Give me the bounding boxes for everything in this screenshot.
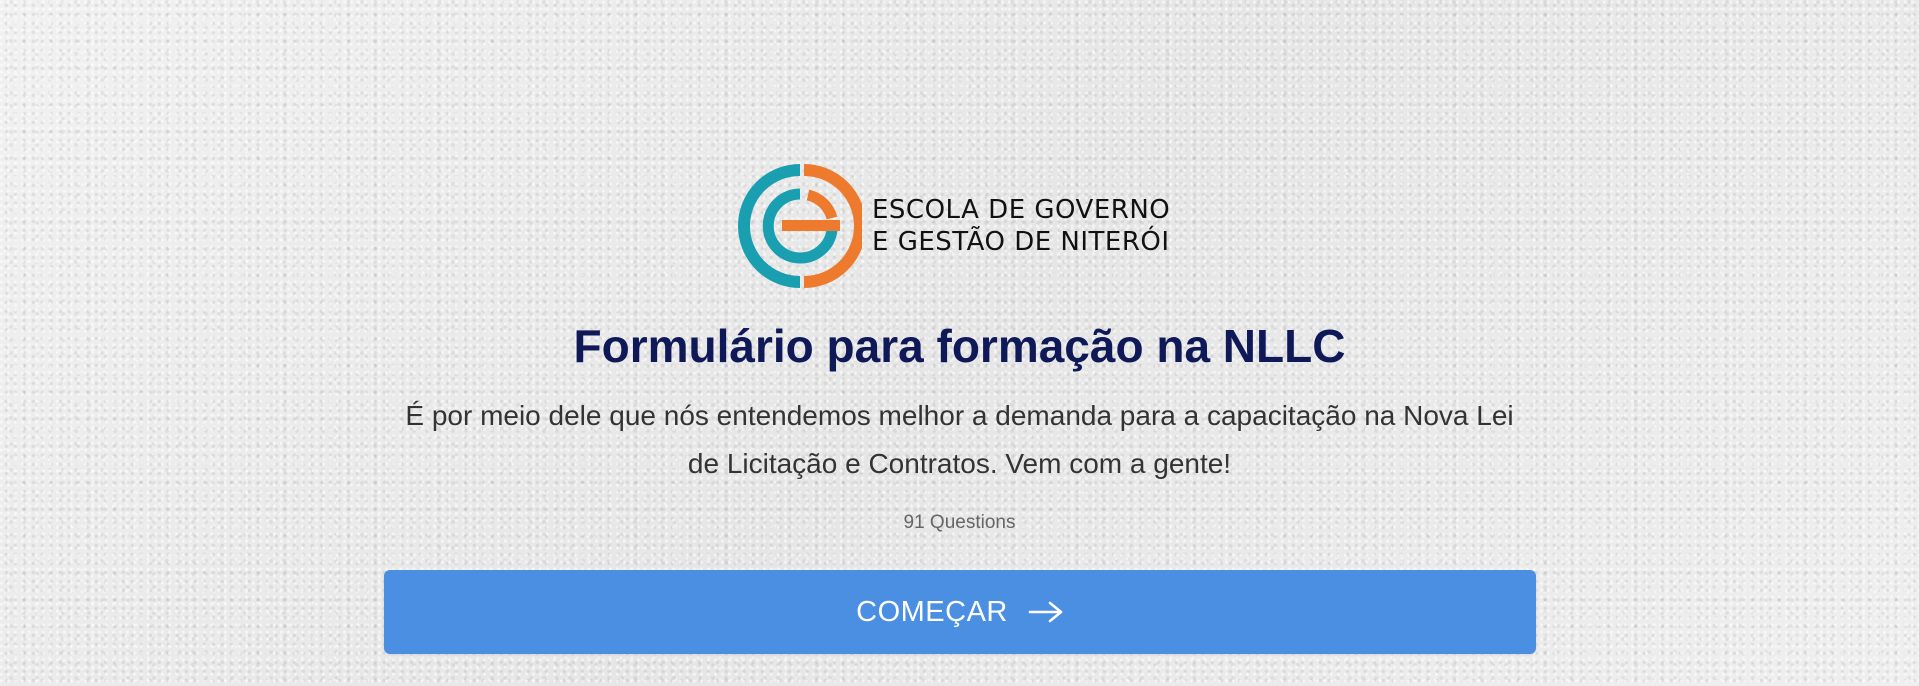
school-logo-line2: E GESTÃO DE NITERÓI: [872, 227, 1170, 257]
question-count: 91 Questions: [903, 512, 1016, 533]
welcome-screen: ESCOLA DE GOVERNO E GESTÃO DE NITERÓI Fo…: [0, 0, 1919, 686]
form-description: É por meio dele que nós entendemos melho…: [405, 400, 1514, 479]
arrow-right-icon: [1028, 601, 1063, 623]
school-logo-mark: [738, 164, 862, 288]
school-logo: ESCOLA DE GOVERNO E GESTÃO DE NITERÓI: [738, 164, 1178, 288]
form-title: Formulário para formação na NLLC: [573, 320, 1346, 372]
school-logo-text: ESCOLA DE GOVERNO E GESTÃO DE NITERÓI: [872, 194, 1170, 258]
start-button-label: COMEÇAR: [856, 595, 1008, 628]
start-button[interactable]: COMEÇAR: [384, 570, 1536, 654]
school-logo-line1: ESCOLA DE GOVERNO: [872, 195, 1171, 225]
